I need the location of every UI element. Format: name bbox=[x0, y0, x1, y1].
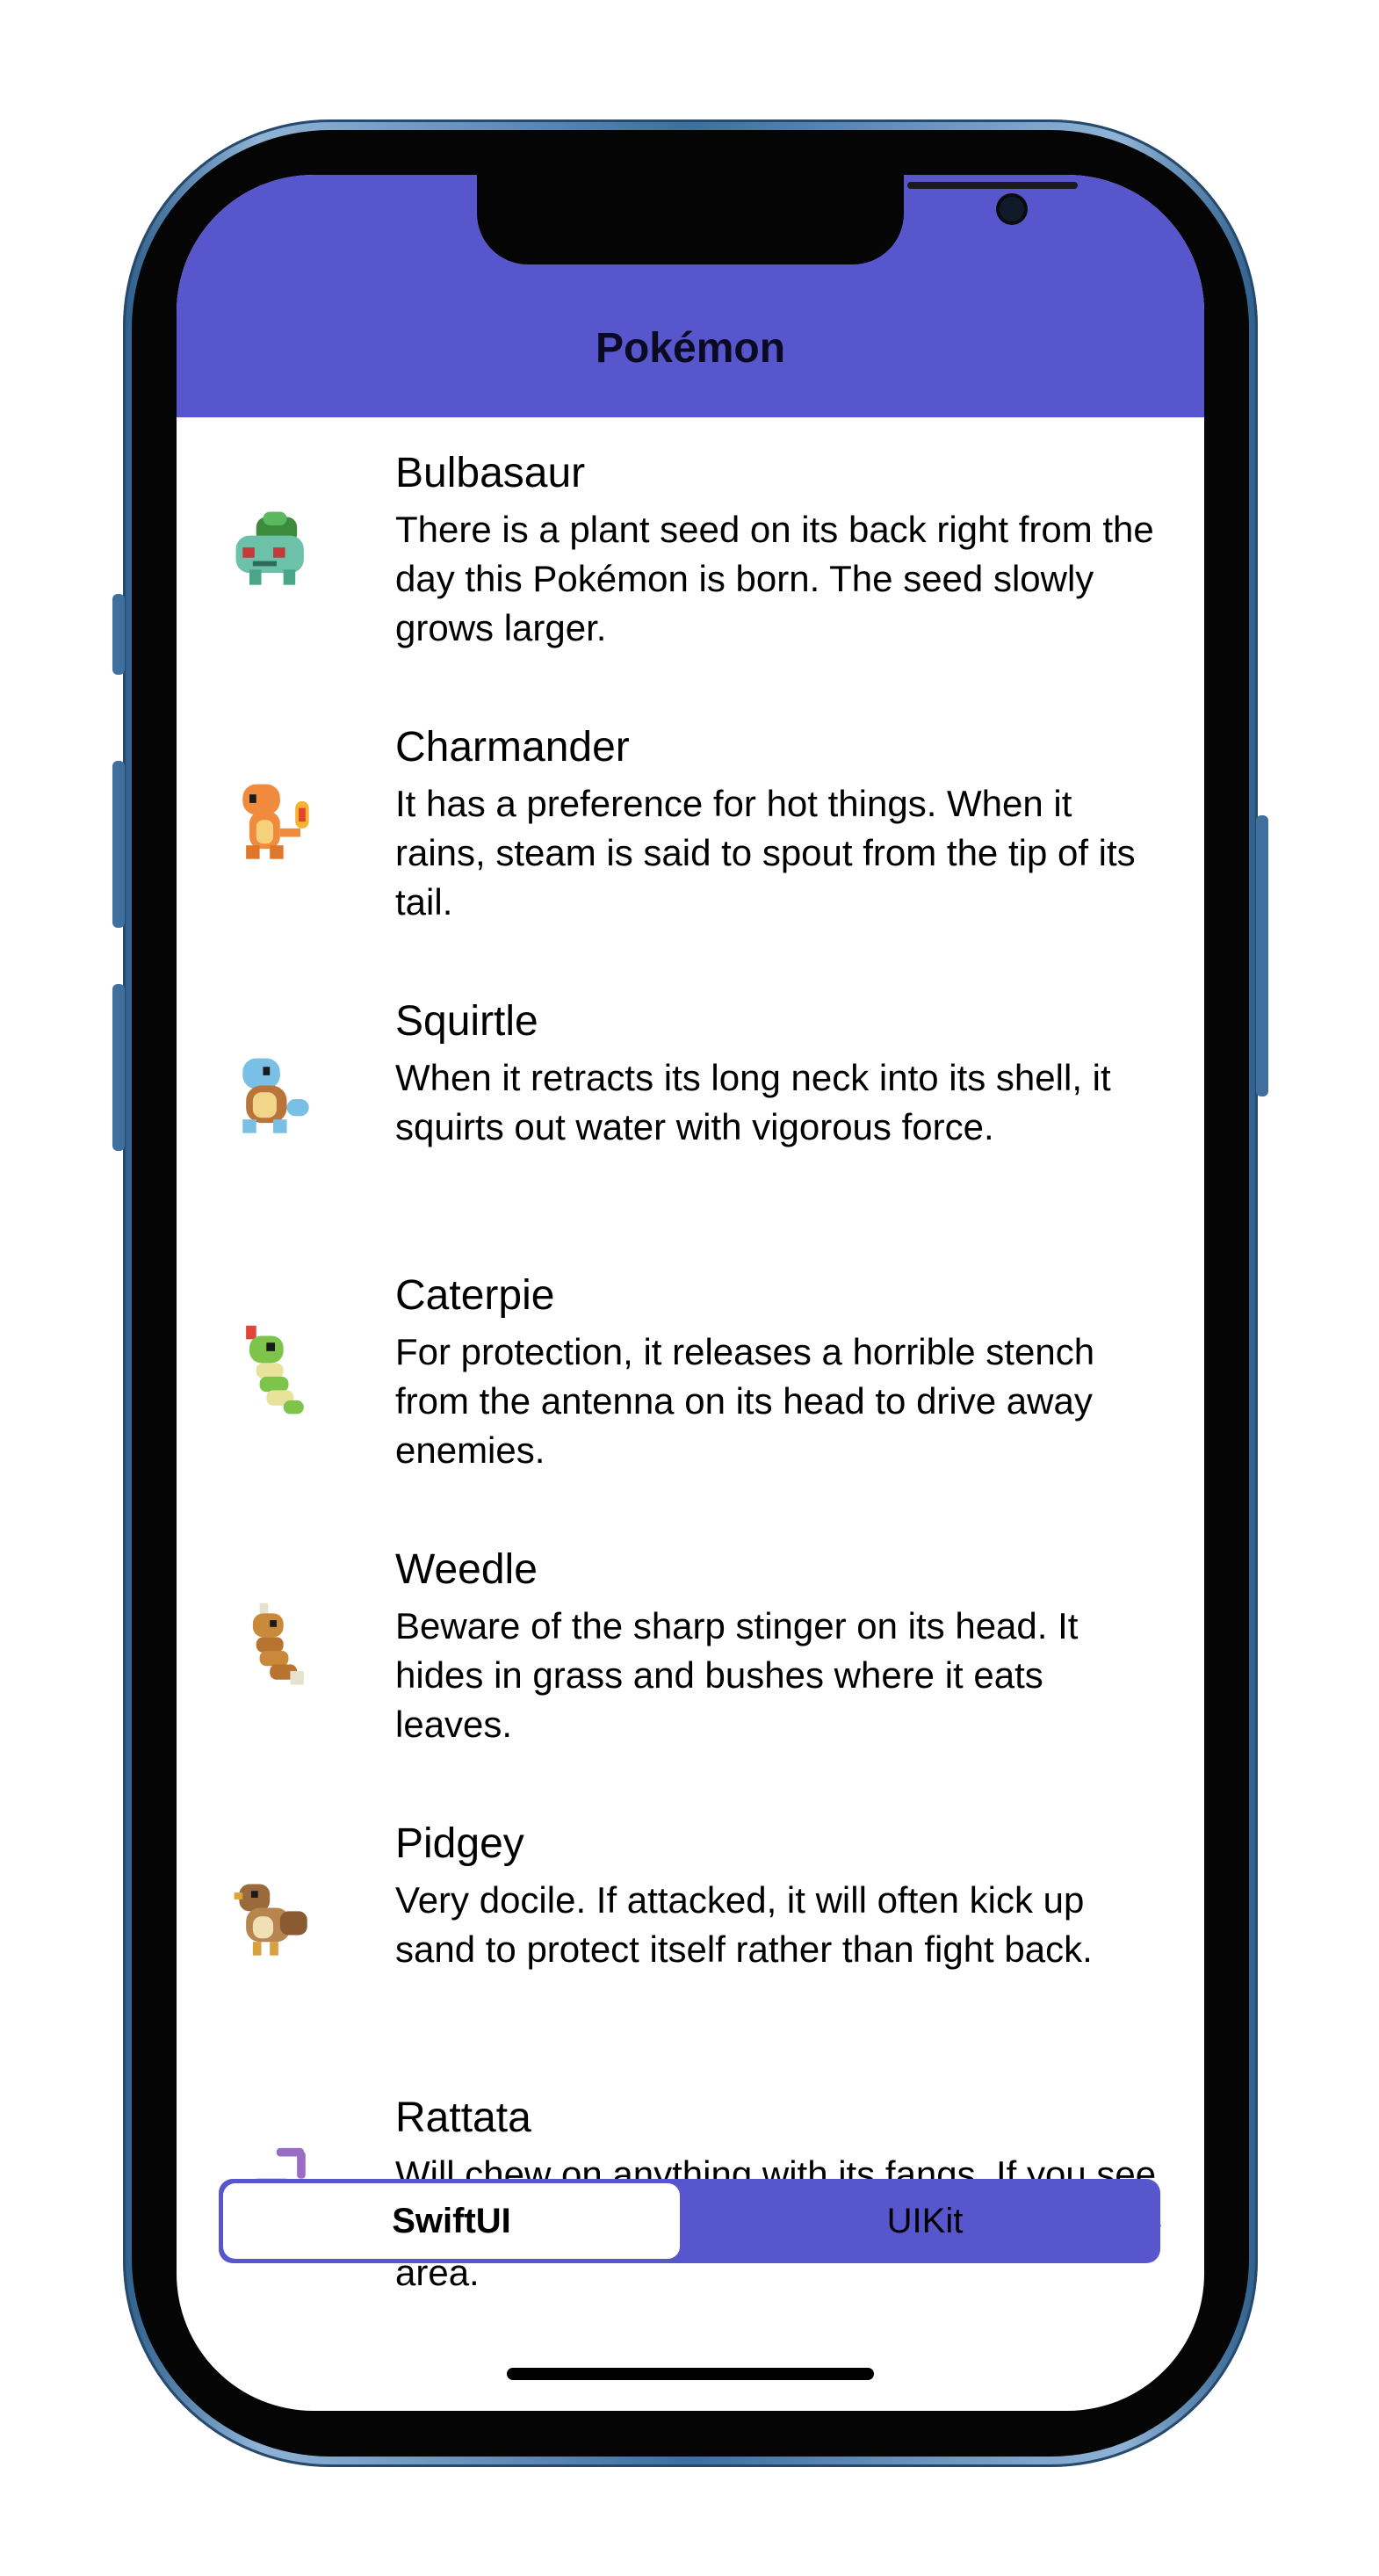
earpiece-speaker bbox=[907, 182, 1078, 189]
list-item[interactable]: Bulbasaur There is a plant seed on its b… bbox=[177, 417, 1204, 691]
pokemon-description: When it retracts its long neck into its … bbox=[395, 1057, 1111, 1147]
framework-segmented-control[interactable]: SwiftUI UIKit bbox=[219, 2179, 1160, 2263]
pokemon-description: For protection, it releases a horrible s… bbox=[395, 1331, 1095, 1471]
pokemon-name: Squirtle bbox=[395, 998, 538, 1045]
volume-up-button bbox=[112, 761, 125, 928]
segment-swiftui[interactable]: SwiftUI bbox=[223, 2183, 680, 2259]
notch bbox=[477, 175, 1078, 264]
screen: Pokémon Bulbasaur There is a plant seed … bbox=[177, 175, 1204, 2411]
pokemon-name: Charmander bbox=[395, 724, 630, 771]
segment-uikit[interactable]: UIKit bbox=[690, 2179, 1160, 2263]
pokemon-name: Weedle bbox=[395, 1546, 538, 1593]
list-item[interactable]: Squirtle When it retracts its long neck … bbox=[177, 966, 1204, 1240]
weedle-sprite-icon bbox=[224, 1596, 326, 1698]
pokemon-name: Caterpie bbox=[395, 1272, 555, 1319]
pokemon-description: It has a preference for hot things. When… bbox=[395, 783, 1136, 923]
pokemon-description: Beware of the sharp stinger on its head.… bbox=[395, 1605, 1079, 1745]
caterpie-sprite-icon bbox=[224, 1322, 326, 1424]
list-item[interactable]: Weedle Beware of the sharp stinger on it… bbox=[177, 1514, 1204, 1788]
pokemon-list[interactable]: Bulbasaur There is a plant seed on its b… bbox=[177, 417, 1204, 2411]
pokemon-description: Very docile. If attacked, it will often … bbox=[395, 1879, 1093, 1970]
nav-title: Pokémon bbox=[595, 325, 786, 372]
list-item[interactable]: Caterpie For protection, it releases a h… bbox=[177, 1240, 1204, 1514]
list-item[interactable]: Charmander It has a preference for hot t… bbox=[177, 691, 1204, 966]
power-button bbox=[1256, 815, 1268, 1096]
pokemon-name: Bulbasaur bbox=[395, 450, 586, 496]
squirtle-sprite-icon bbox=[224, 1048, 326, 1150]
bulbasaur-sprite-icon bbox=[224, 500, 326, 602]
silent-switch bbox=[112, 594, 125, 675]
front-camera bbox=[1000, 197, 1024, 221]
pidgey-sprite-icon bbox=[224, 1870, 326, 1972]
list-item[interactable]: Pidgey Very docile. If attacked, it will… bbox=[177, 1788, 1204, 2062]
pokemon-name: Pidgey bbox=[395, 1820, 524, 1867]
charmander-sprite-icon bbox=[224, 774, 326, 876]
volume-down-button bbox=[112, 984, 125, 1151]
home-indicator[interactable] bbox=[507, 2368, 874, 2380]
pokemon-description: There is a plant seed on its back right … bbox=[395, 509, 1154, 648]
pokemon-name: Rattata bbox=[395, 2095, 531, 2141]
